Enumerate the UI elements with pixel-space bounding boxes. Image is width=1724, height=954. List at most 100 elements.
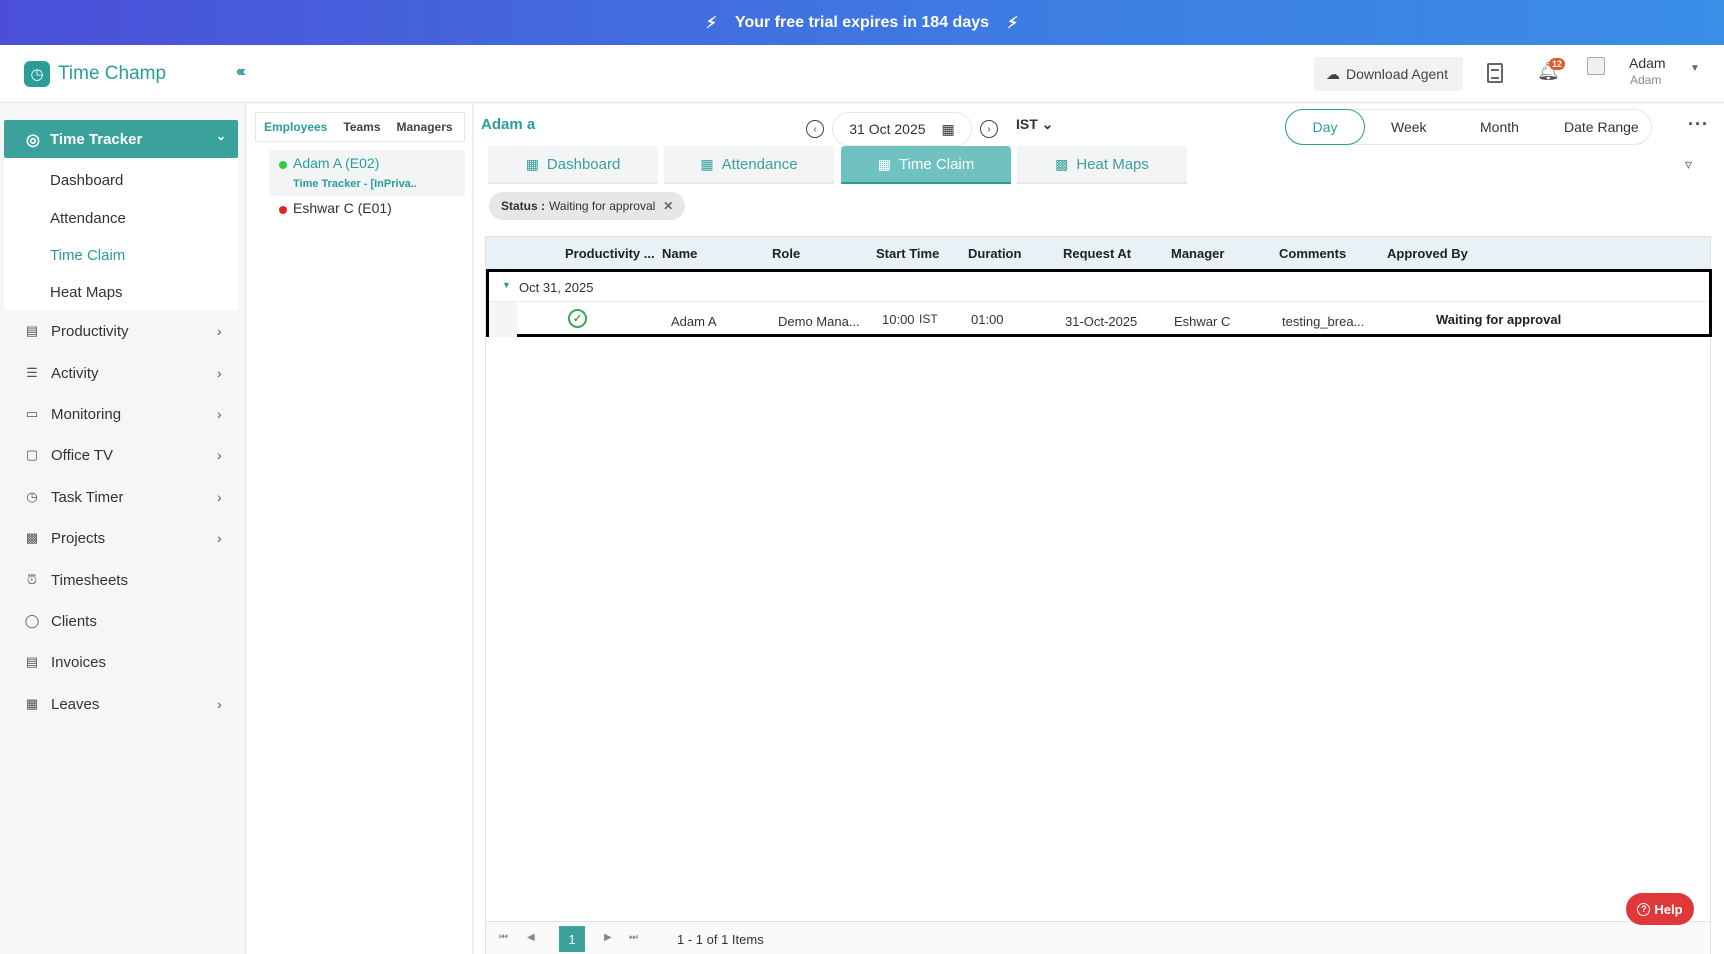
user-subtitle: Adam [1630, 73, 1662, 87]
collapse-triangle-icon[interactable]: ▼ [502, 280, 511, 290]
dashboard-icon: ▦ [525, 155, 539, 172]
tab-teams[interactable]: Teams [335, 120, 388, 134]
calendar-check-icon: ▦ [877, 155, 891, 172]
sidebar-item-label: Timesheets [51, 571, 128, 589]
lightning-icon: ⚡︎ [1007, 14, 1019, 32]
prev-date-icon[interactable]: ‹ [806, 120, 824, 138]
column-header[interactable]: Approved By [1387, 246, 1468, 261]
first-page-icon[interactable]: ⏮︎ [499, 932, 508, 943]
sidebar-item-label: Task Timer [51, 488, 124, 506]
grid-header: Productivity ... Name Role Start Time Du… [486, 237, 1710, 269]
column-header[interactable]: Manager [1171, 246, 1224, 261]
app-logo[interactable]: ◷ Time Champ [24, 61, 166, 87]
monitor-icon: ▭ [25, 406, 39, 421]
sidebar-item-activity[interactable]: ☰ Activity › [0, 358, 246, 388]
chevron-down-icon[interactable]: ▼ [1690, 63, 1700, 74]
sidebar-item-time-tracker[interactable]: ◎ Time Tracker ⌄ [4, 120, 238, 158]
time-tracker-submenu: Dashboard Attendance Time Claim Heat Map… [4, 158, 238, 310]
next-page-icon[interactable]: ▶ [604, 932, 612, 943]
column-header[interactable]: Name [662, 246, 697, 261]
sidebar-item-label: Monitoring [51, 405, 122, 423]
pager: ⏮︎ ◀ 1 ▶ ⏭︎ 1 - 1 of 1 Items [486, 921, 1710, 954]
tab-heat-maps[interactable]: ▩ Heat Maps [1017, 146, 1187, 184]
cell-duration: 01:00 [971, 312, 1004, 327]
sidebar-item-monitoring[interactable]: ▭ Monitoring › [0, 399, 246, 429]
sidebar-item-clients[interactable]: ◯ Clients [0, 606, 246, 636]
sidebar-item-timesheets[interactable]: ⏰︎ Timesheets [0, 565, 246, 595]
alarm-clock-icon: ⏰︎ [26, 572, 38, 587]
top-header: ◷ Time Champ ‹‹‹ ☁ Download Agent 🔔︎ 12 … [0, 45, 1724, 103]
employee-name[interactable]: Eshwar C (E01) [293, 200, 392, 216]
time-tracker-icon: ◎ [26, 132, 40, 149]
sidebar-item-label: Leaves [51, 695, 100, 713]
tab-managers[interactable]: Managers [389, 120, 461, 134]
cell-start-time: 10:00 [882, 312, 915, 327]
column-header[interactable]: Comments [1279, 246, 1346, 261]
range-week-button[interactable]: Week [1391, 119, 1427, 135]
download-agent-button[interactable]: ☁ Download Agent [1314, 57, 1463, 91]
range-date-range-button[interactable]: Date Range [1564, 119, 1639, 135]
column-header[interactable]: Request At [1063, 246, 1131, 261]
sidebar-item-leaves[interactable]: ▦ Leaves › [0, 689, 246, 719]
sidebar-item-invoices[interactable]: ▤ Invoices [0, 647, 246, 677]
tab-time-claim[interactable]: ▦ Time Claim [841, 146, 1011, 184]
page-number[interactable]: 1 [559, 926, 585, 952]
timezone-select[interactable]: IST ⌄ [1016, 116, 1053, 133]
briefcase-icon: ▩ [25, 530, 39, 545]
sidebar: ◎ Time Tracker ⌄ Dashboard Attendance Ti… [0, 104, 246, 954]
submenu-item-heat-maps[interactable]: Heat Maps [50, 284, 123, 301]
cell-start-tz: IST [919, 312, 938, 326]
column-header[interactable]: Start Time [876, 246, 939, 261]
avatar[interactable] [1587, 57, 1605, 75]
chevron-right-icon: › [217, 696, 222, 712]
sidebar-item-office-tv[interactable]: ▢ Office TV › [0, 440, 246, 470]
submenu-item-dashboard[interactable]: Dashboard [50, 172, 123, 189]
chevron-right-icon: › [217, 323, 222, 339]
column-header[interactable]: Role [772, 246, 800, 261]
submenu-item-attendance[interactable]: Attendance [50, 210, 126, 227]
close-icon[interactable]: ✕ [663, 199, 673, 213]
tab-dashboard[interactable]: ▦ Dashboard [488, 146, 658, 184]
chevron-right-icon: › [217, 447, 222, 463]
chip-value: Waiting for approval [549, 199, 656, 213]
tab-label: Dashboard [546, 155, 621, 173]
more-options-icon[interactable]: ··· [1688, 114, 1709, 135]
last-page-icon[interactable]: ⏭︎ [629, 932, 638, 943]
filter-icon[interactable]: ▿ [1685, 156, 1692, 173]
column-header[interactable]: Productivity ... [565, 246, 655, 261]
sidebar-item-projects[interactable]: ▩ Projects › [0, 523, 246, 553]
chevron-right-icon: › [217, 489, 222, 505]
tab-attendance[interactable]: ▦ Attendance [664, 146, 834, 184]
group-label: Oct 31, 2025 [519, 280, 594, 295]
activity-icon: ☰ [26, 365, 38, 380]
sidebar-item-productivity[interactable]: ▤ Productivity › [0, 316, 246, 346]
clock-logo-icon: ◷ [24, 61, 50, 87]
online-status-dot [279, 161, 287, 169]
sidebar-item-label: Projects [51, 529, 106, 547]
sidebar-item-label: Clients [51, 612, 97, 630]
time-claim-grid: Productivity ... Name Role Start Time Du… [485, 236, 1712, 954]
date-picker[interactable]: 31 Oct 2025 ▦ [832, 112, 972, 146]
employee-name[interactable]: Adam A (E02) [293, 155, 379, 171]
user-name[interactable]: Adam [1629, 55, 1666, 71]
next-date-icon[interactable]: › [980, 120, 998, 138]
document-icon[interactable] [1487, 63, 1503, 83]
sidebar-item-task-timer[interactable]: ◷ Task Timer › [0, 482, 246, 512]
range-day-button[interactable]: Day [1285, 109, 1365, 145]
chevron-right-icon: › [217, 365, 222, 381]
trial-banner: ⚡︎ Your free trial expires in 184 days ⚡… [0, 0, 1724, 45]
prev-page-icon[interactable]: ◀ [527, 932, 535, 943]
tab-employees[interactable]: Employees [256, 120, 335, 134]
column-header[interactable]: Duration [968, 246, 1021, 261]
collapse-sidebar-icon[interactable]: ‹‹‹ [236, 63, 246, 81]
highlight-box: ▼ Oct 31, 2025 ✓ Adam A Demo Mana... 10:… [486, 269, 1712, 337]
row-indent [489, 302, 517, 337]
employee-panel: Employees Teams Managers Adam A (E02) Ti… [247, 104, 473, 954]
range-month-button[interactable]: Month [1480, 119, 1519, 135]
submenu-item-time-claim[interactable]: Time Claim [50, 247, 125, 264]
table-row[interactable]: ✓ Adam A Demo Mana... 10:00 IST 01:00 31… [489, 302, 1709, 337]
help-button[interactable]: ? Help [1626, 893, 1694, 925]
help-label: Help [1654, 901, 1683, 917]
tab-label: Heat Maps [1076, 155, 1149, 173]
user-icon: ◯ [24, 613, 40, 628]
